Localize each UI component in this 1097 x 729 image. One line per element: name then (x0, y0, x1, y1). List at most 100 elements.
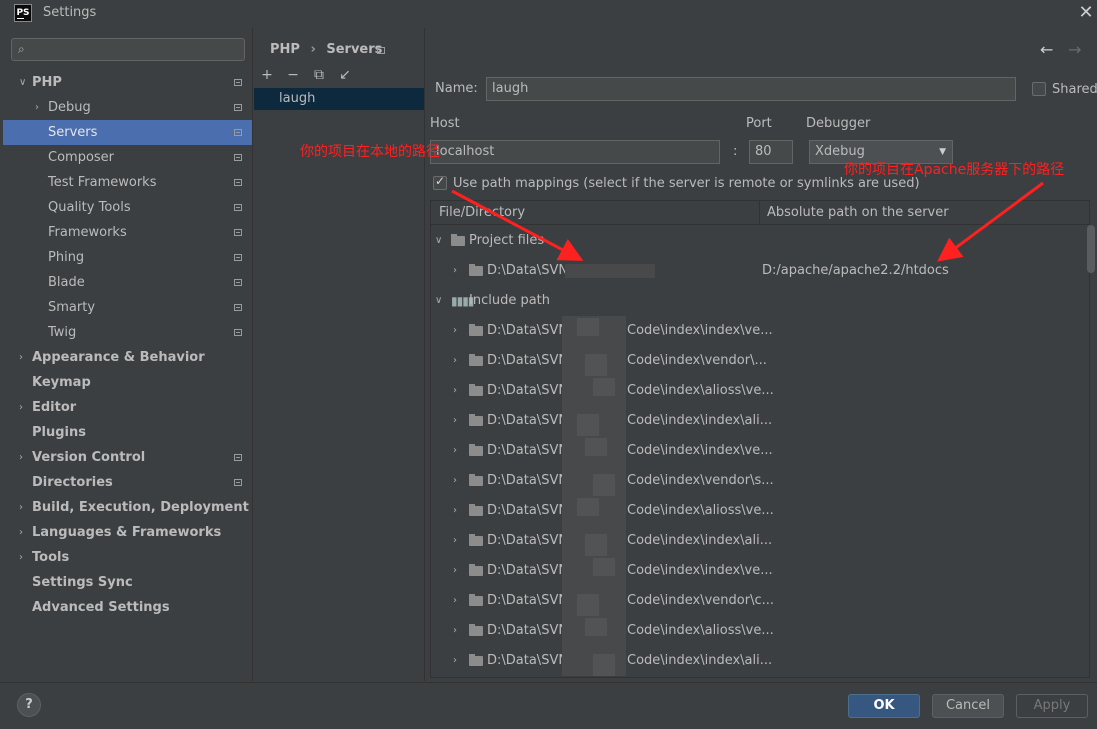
folder-icon (469, 594, 483, 606)
project-scope-icon (234, 104, 242, 111)
servers-pane (253, 28, 425, 681)
folder-icon (469, 264, 483, 276)
redacted-block (585, 354, 607, 376)
sidebar-item-languages-frameworks[interactable]: › Languages & Frameworks (3, 520, 252, 545)
sidebar-item-quality-tools[interactable]: Quality Tools (3, 195, 252, 220)
sidebar-item-label: Twig (48, 325, 77, 340)
sidebar-item-appearance-behavior[interactable]: › Appearance & Behavior (3, 345, 252, 370)
folder-icon (469, 474, 483, 486)
remove-server-icon[interactable]: − (284, 66, 302, 84)
redacted-block (577, 594, 599, 616)
table-row[interactable]: › D:\Data\SVN Code\index\index\ali... (431, 646, 1087, 676)
chevron-right-icon: › (19, 527, 23, 538)
project-scope-icon (234, 329, 242, 336)
folder-icon (469, 624, 483, 636)
window-title: Settings (43, 5, 97, 20)
table-row[interactable]: › D:\Data\SVN Code\index\index\ve... (431, 436, 1087, 466)
table-row[interactable]: › D:\Data\SVN Code\index\index\ve... (431, 316, 1087, 346)
include-path-prefix: D:\Data\SVN (487, 353, 569, 368)
redacted-block (593, 654, 615, 676)
host-field[interactable]: localhost (430, 140, 720, 164)
chevron-right-icon: › (35, 102, 39, 113)
table-row[interactable]: › D:\Data\SVN Code\index\index\ali... (431, 406, 1087, 436)
table-row[interactable]: › D:\Data\SVN Code\index\alioss\ve... (431, 616, 1087, 646)
include-path-prefix: D:\Data\SVN (487, 473, 569, 488)
include-path-suffix: Code\index\index\ali... (627, 413, 773, 428)
project-scope-icon (234, 179, 242, 186)
project-scope-icon (234, 479, 242, 486)
ok-button[interactable]: OK (848, 694, 920, 718)
folder-icon (469, 504, 483, 516)
sidebar-item-servers[interactable]: Servers (3, 120, 252, 145)
table-row[interactable]: › D:\Data\SVN Code\index\vendor\s... (431, 466, 1087, 496)
sidebar-item-build-execution-deployment[interactable]: › Build, Execution, Deployment (3, 495, 252, 520)
table-row[interactable]: › D:\Data\SVN Code\index\alioss\ve... (431, 376, 1087, 406)
sidebar-item-frameworks[interactable]: Frameworks (3, 220, 252, 245)
sidebar-item-tools[interactable]: › Tools (3, 545, 252, 570)
sidebar-item-debug[interactable]: › Debug (3, 95, 252, 120)
copy-server-icon[interactable]: ⧉ (310, 66, 328, 84)
table-row[interactable]: › D:\Data\SVN Code\index\alioss\ve... (431, 496, 1087, 526)
include-path-label: Include path (469, 293, 551, 308)
sidebar-item-twig[interactable]: Twig (3, 320, 252, 345)
sidebar-item-version-control[interactable]: › Version Control (3, 445, 252, 470)
chevron-right-icon: › (453, 505, 457, 516)
sidebar-item-label: Servers (48, 125, 98, 140)
sidebar-item-blade[interactable]: Blade (3, 270, 252, 295)
folder-icon (451, 234, 465, 246)
add-server-icon[interactable]: + (258, 66, 276, 84)
folder-icon (469, 534, 483, 546)
sidebar-item-label: Version Control (32, 450, 146, 465)
path-mappings-checkbox[interactable] (433, 174, 447, 190)
sidebar-item-keymap[interactable]: Keymap (3, 370, 252, 395)
back-arrow-icon[interactable]: ← (1040, 40, 1053, 59)
sidebar-item-plugins[interactable]: Plugins (3, 420, 252, 445)
table-row[interactable]: › D:\Data\SVN Code\index\index\ve... (431, 556, 1087, 586)
sidebar-item-phing[interactable]: Phing (3, 245, 252, 270)
cancel-button[interactable]: Cancel (932, 694, 1004, 718)
apply-button[interactable]: Apply (1016, 694, 1088, 718)
project-files-row[interactable]: ∨ Project files (431, 226, 1087, 256)
project-server-path[interactable]: D:/apache/apache2.2/htdocs (762, 256, 949, 286)
sidebar-item-advanced-settings[interactable]: Advanced Settings (3, 595, 252, 620)
close-icon[interactable]: ✕ (1076, 2, 1096, 24)
table-row[interactable]: › D:\Data\SVN Code\index\vendor\... (431, 346, 1087, 376)
chevron-down-icon: ∨ (435, 235, 443, 246)
sidebar-item-label: Settings Sync (32, 575, 133, 590)
chevron-right-icon: › (453, 475, 457, 486)
forward-arrow-icon[interactable]: → (1068, 40, 1081, 59)
sidebar-item-label: Test Frameworks (48, 175, 157, 190)
shared-checkbox[interactable] (1032, 82, 1046, 96)
table-row[interactable]: › D:\Data\SVN Code\index\vendor\c... (431, 586, 1087, 616)
include-path-prefix: D:\Data\SVN (487, 443, 569, 458)
table-scrollbar[interactable] (1087, 225, 1095, 273)
sidebar-item-directories[interactable]: Directories (3, 470, 252, 495)
redacted-block (577, 414, 599, 436)
sidebar-item-label: Tools (32, 550, 70, 565)
sidebar-item-test-frameworks[interactable]: Test Frameworks (3, 170, 252, 195)
table-row[interactable]: › D:\Data\SVN Code\index\index\ali... (431, 526, 1087, 556)
sidebar-item-label: Debug (48, 100, 91, 115)
path-mappings-table: File/Directory Absolute path on the serv… (430, 200, 1090, 678)
name-field[interactable]: laugh (486, 77, 1016, 101)
sidebar-item-composer[interactable]: Composer (3, 145, 252, 170)
include-path-prefix: D:\Data\SVN (487, 593, 569, 608)
folder-icon (469, 414, 483, 426)
include-path-suffix: Code\index\index\ve... (627, 563, 773, 578)
include-path-row[interactable]: ∨ ▮▮▮▮ Include path (431, 286, 1087, 316)
project-path-row[interactable]: › D:\Data\SVN\ D:/apache/apache2.2/htdoc… (431, 256, 1087, 286)
port-field[interactable]: 80 (749, 140, 793, 164)
breadcrumb-separator: › (310, 42, 316, 57)
sidebar-item-editor[interactable]: › Editor (3, 395, 252, 420)
sidebar-item-smarty[interactable]: Smarty (3, 295, 252, 320)
help-button[interactable]: ? (17, 693, 41, 717)
project-scope-icon (234, 204, 242, 211)
import-server-icon[interactable]: ↙ (336, 66, 354, 84)
sidebar-item-php[interactable]: ∨ PHP (3, 70, 252, 95)
name-label: Name: (435, 81, 478, 96)
project-scope-icon (234, 129, 242, 136)
include-path-prefix: D:\Data\SVN (487, 413, 569, 428)
search-input[interactable]: ⌕ (11, 38, 245, 61)
sidebar-item-settings-sync[interactable]: Settings Sync (3, 570, 252, 595)
project-scope-icon (234, 154, 242, 161)
